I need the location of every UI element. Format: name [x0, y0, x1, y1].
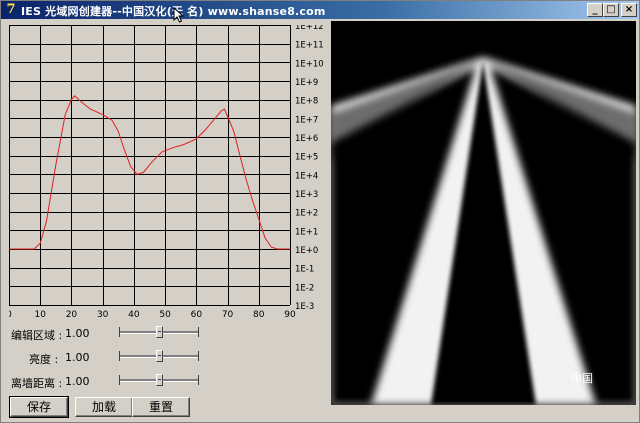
edit-area-slider-thumb[interactable]	[156, 326, 163, 338]
wall-distance-slider[interactable]	[119, 373, 199, 387]
x-tick-label: 30	[97, 310, 109, 320]
watermark-text: 中国	[571, 372, 593, 385]
brightness-label: 亮度 :	[29, 353, 59, 366]
x-tick-label: 0	[9, 310, 12, 320]
y-tick-label: 1E+2	[295, 209, 318, 219]
y-tick-label: 1E+11	[295, 41, 324, 51]
brightness-slider[interactable]	[119, 349, 199, 363]
y-tick-label: 1E+5	[295, 153, 318, 163]
y-tick-label: 1E-1	[295, 265, 314, 275]
beam-render	[331, 21, 636, 405]
wall-distance-value: 1.00	[65, 375, 90, 388]
x-axis-ticks: 0102030405060708090	[9, 310, 296, 320]
load-button[interactable]: 加载	[75, 397, 133, 417]
y-tick-label: 1E+3	[295, 190, 318, 200]
y-tick-label: 1E-2	[295, 283, 314, 293]
light-preview: 中国	[331, 21, 636, 405]
y-tick-label: 1E+0	[295, 246, 318, 256]
x-tick-label: 50	[159, 310, 171, 320]
y-tick-label: 1E+8	[295, 97, 318, 107]
x-tick-label: 20	[66, 310, 78, 320]
y-tick-label: 1E+6	[295, 134, 318, 144]
y-axis-ticks: 1E+12 1E+11 1E+10 1E+9 1E+8 1E+7 1E+6 1E+5 1E+4 1…	[295, 25, 324, 312]
y-tick-label: 1E+7	[295, 115, 318, 125]
y-tick-label: 1E+9	[295, 78, 318, 88]
mouse-cursor-icon	[173, 7, 185, 23]
x-tick-label: 80	[253, 310, 265, 320]
y-tick-label: 1E+4	[295, 171, 318, 181]
close-button[interactable]: ×	[621, 3, 637, 17]
y-tick-label: 1E-3	[295, 302, 314, 312]
save-button[interactable]: 保存	[9, 396, 69, 418]
x-tick-label: 60	[191, 310, 203, 320]
edit-area-value: 1.00	[65, 327, 90, 340]
x-tick-label: 10	[34, 310, 46, 320]
x-tick-label: 70	[222, 310, 234, 320]
edit-area-label: 编辑区域 :	[11, 329, 63, 342]
app-window: 7 IES 光域网创建器--中国汉化(无 名) www.shanse8.com …	[0, 0, 640, 423]
reset-button[interactable]: 重置	[132, 397, 190, 417]
distribution-graph[interactable]: 0102030405060708090 1E+121E+111E+101E+91…	[9, 25, 325, 325]
x-tick-label: 40	[128, 310, 140, 320]
wall-distance-slider-thumb[interactable]	[156, 374, 163, 386]
maximize-button[interactable]: □	[603, 3, 619, 17]
title-bar[interactable]: 7 IES 光域网创建器--中国汉化(无 名) www.shanse8.com …	[1, 1, 639, 23]
y-tick-label: 1E+12	[295, 25, 324, 32]
edit-area-slider[interactable]	[119, 325, 199, 339]
minimize-button[interactable]: _	[587, 3, 603, 17]
y-tick-label: 1E+1	[295, 227, 318, 237]
y-tick-label: 1E+10	[295, 59, 324, 69]
app-icon: 7	[6, 2, 16, 17]
brightness-value: 1.00	[65, 351, 90, 364]
wall-distance-label: 离墙距离 :	[11, 377, 63, 390]
brightness-slider-thumb[interactable]	[156, 350, 163, 362]
